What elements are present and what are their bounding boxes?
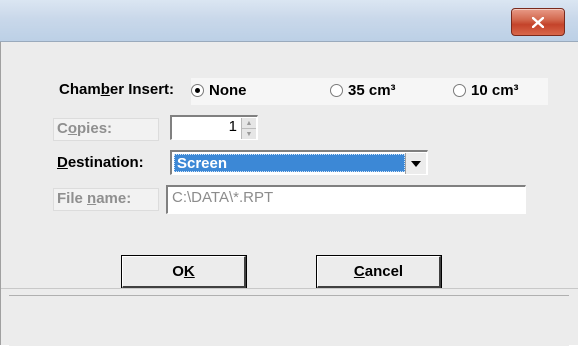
file-name-label: File name: xyxy=(57,190,132,207)
copies-value: 1 xyxy=(228,118,237,135)
destination-selected-value: Screen xyxy=(174,154,405,172)
radio-none-label: None xyxy=(209,82,247,99)
radio-unchecked-icon xyxy=(330,84,343,97)
destination-label: Destination: xyxy=(57,154,144,171)
radio-10cm3-label: 10 cm³ xyxy=(471,82,519,99)
title-bar xyxy=(0,0,578,42)
radio-none[interactable]: None xyxy=(191,82,247,99)
copies-stepper[interactable]: 1 ▲ ▼ xyxy=(170,115,258,140)
destination-dropdown-button[interactable] xyxy=(405,153,426,174)
close-button[interactable] xyxy=(511,8,565,36)
file-name-value: C:\DATA\*.RPT xyxy=(172,189,274,206)
radio-unchecked-icon xyxy=(453,84,466,97)
radio-35cm3[interactable]: 35 cm³ xyxy=(330,82,396,99)
status-panel xyxy=(9,295,569,346)
divider xyxy=(1,288,578,289)
chamber-insert-group: None 35 cm³ 10 cm³ xyxy=(191,78,548,105)
file-name-field[interactable]: C:\DATA\*.RPT xyxy=(166,185,526,214)
close-icon xyxy=(532,16,544,28)
report-dialog: Chamber Insert: None 35 cm³ 10 cm³ Copie… xyxy=(0,42,578,346)
copies-label: Copies: xyxy=(57,120,113,137)
destination-select[interactable]: Screen xyxy=(170,150,428,175)
cancel-button[interactable]: Cancel xyxy=(317,256,441,288)
radio-10cm3[interactable]: 10 cm³ xyxy=(453,82,519,99)
chamber-insert-label: Chamber Insert: xyxy=(59,81,175,98)
arrow-down-icon[interactable]: ▼ xyxy=(242,129,256,139)
chevron-down-icon xyxy=(411,160,421,167)
arrow-up-icon[interactable]: ▲ xyxy=(242,118,256,129)
radio-35cm3-label: 35 cm³ xyxy=(348,82,396,99)
radio-checked-icon xyxy=(191,84,204,97)
copies-spin-buttons[interactable]: ▲ ▼ xyxy=(241,118,256,139)
ok-button[interactable]: OK xyxy=(122,256,246,288)
